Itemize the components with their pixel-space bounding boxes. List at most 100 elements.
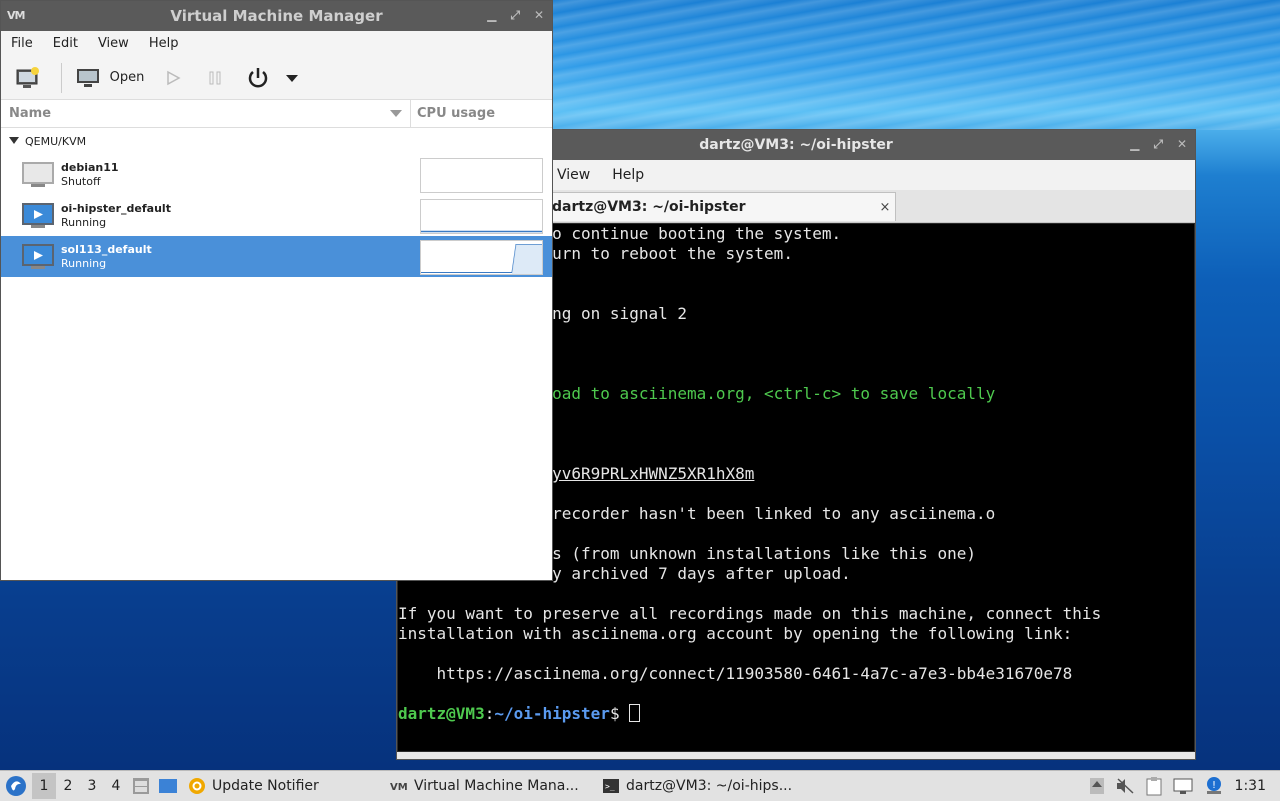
- shutdown-dropdown[interactable]: [280, 61, 304, 95]
- menu-file[interactable]: File: [11, 36, 33, 51]
- prompt-dollar: $: [609, 704, 630, 723]
- menu-view[interactable]: View: [98, 36, 129, 51]
- file-cabinet-icon: [133, 778, 149, 794]
- cpu-graph-line: [421, 159, 542, 192]
- expander-down-icon[interactable]: [9, 137, 19, 145]
- tab-close-icon[interactable]: ×: [875, 200, 895, 215]
- lxqt-menu-icon: [6, 776, 26, 796]
- terminal-cursor: [629, 704, 641, 722]
- clock[interactable]: 1:31: [1235, 778, 1266, 794]
- system-tray: ! 1:31: [1089, 771, 1280, 801]
- vmm-title: Virtual Machine Manager: [170, 7, 383, 25]
- cpu-column-header[interactable]: CPU usage: [411, 106, 495, 121]
- svg-text:>_: >_: [605, 782, 615, 791]
- update-notifier-icon: [188, 777, 206, 795]
- vm-row[interactable]: oi-hipster_default Running: [1, 195, 552, 236]
- vm-name: oi-hipster_default: [61, 201, 171, 215]
- cpu-usage-graph: [420, 240, 543, 275]
- play-icon: [167, 70, 181, 85]
- virt-manager-icon: VM: [7, 9, 25, 22]
- name-column-header[interactable]: Name: [1, 100, 411, 127]
- terminal-prompt-line: dartz@VM3:~/oi-hipster$: [398, 704, 1194, 724]
- vmm-titlebar[interactable]: VM Virtual Machine Manager ▁ ⤢ ✕: [1, 1, 552, 31]
- taskbar-task[interactable]: Update Notifier: [182, 772, 384, 800]
- maximize-icon[interactable]: ⤢: [1153, 137, 1163, 152]
- file-manager-launcher[interactable]: [128, 777, 154, 795]
- vm-name: sol113_default: [61, 242, 152, 256]
- cpu-usage-graph: [420, 199, 543, 234]
- network-icon[interactable]: [1173, 777, 1193, 795]
- taskbar-task[interactable]: VM Virtual Machine Mana...: [384, 772, 596, 800]
- prompt-path: ~/oi-hipster: [494, 704, 610, 723]
- taskbar: 1234 Update Notifier VM Virtual Machine Ma…: [0, 770, 1280, 801]
- maximize-icon[interactable]: ⤢: [510, 8, 520, 23]
- vm-monitor-icon: [21, 202, 55, 230]
- vm-list: debian11 Shutoff oi-hipster_default Running…: [1, 154, 552, 277]
- task-list: Update Notifier VM Virtual Machine Mana...…: [182, 772, 808, 800]
- cpu-graph-line: [421, 244, 542, 274]
- virt-manager-window[interactable]: VM Virtual Machine Manager ▁ ⤢ ✕ File Ed…: [0, 0, 553, 581]
- workspace-2[interactable]: 2: [56, 778, 80, 794]
- vm-list-header: Name CPU usage: [1, 100, 552, 128]
- menu-edit[interactable]: Edit: [53, 36, 78, 51]
- menu-view[interactable]: View: [557, 167, 590, 183]
- vmm-toolbar: Open: [1, 56, 552, 100]
- close-icon[interactable]: ✕: [534, 8, 544, 23]
- virt-manager-icon: VM: [390, 779, 408, 793]
- terminal-tab[interactable]: dartz@VM3: ~/oi-hipster ×: [551, 192, 896, 221]
- vm-monitor-icon: [21, 161, 55, 189]
- shutdown-button[interactable]: [236, 61, 280, 95]
- prompt-user: dartz@VM3: [398, 704, 485, 723]
- terminal-icon: >_: [602, 778, 620, 794]
- new-vm-button[interactable]: [1, 61, 55, 95]
- minimize-icon[interactable]: ▁: [487, 8, 496, 23]
- terminal-line: If you want to preserve all recordings m…: [398, 604, 1102, 623]
- toolbar-separator: [61, 62, 62, 93]
- pause-icon: [209, 71, 221, 84]
- open-button[interactable]: Open: [68, 61, 152, 95]
- connection-label: QEMU/KVM: [25, 134, 87, 148]
- pause-button[interactable]: [194, 61, 236, 95]
- workspace-3[interactable]: 3: [80, 778, 104, 794]
- volume-muted-icon[interactable]: [1115, 777, 1135, 795]
- name-column-label: Name: [9, 106, 52, 121]
- run-button[interactable]: [152, 61, 194, 95]
- workspace-1[interactable]: 1: [32, 773, 56, 799]
- task-label: Virtual Machine Mana...: [414, 778, 579, 794]
- minimize-icon[interactable]: ▁: [1130, 137, 1139, 152]
- new-vm-icon: [16, 66, 39, 88]
- workspace-switcher: 1234: [32, 773, 128, 799]
- taskbar-task[interactable]: >_ dartz@VM3: ~/oi-hips...: [596, 772, 808, 800]
- menu-help[interactable]: Help: [612, 167, 644, 183]
- show-desktop-button[interactable]: [154, 777, 182, 795]
- vmm-menubar: File Edit View Help: [1, 31, 552, 56]
- close-icon[interactable]: ✕: [1177, 137, 1187, 152]
- workspace-4[interactable]: 4: [104, 778, 128, 794]
- vm-status: Running: [61, 215, 107, 229]
- menu-help[interactable]: Help: [149, 36, 179, 51]
- terminal-line: installation with asciinema.org account …: [398, 624, 1073, 643]
- vm-name: debian11: [61, 160, 119, 174]
- terminal-line: https://asciinema.org/connect/11903580-6…: [398, 664, 1073, 683]
- vm-row[interactable]: debian11 Shutoff: [1, 154, 552, 195]
- svg-text:VM: VM: [390, 782, 408, 793]
- task-label: Update Notifier: [212, 778, 319, 794]
- desktop-wallpaper: [550, 0, 1280, 130]
- cpu-graph-line: [421, 230, 542, 233]
- terminal-title: dartz@VM3: ~/oi-hipster: [699, 137, 893, 153]
- sort-down-icon: [390, 109, 402, 117]
- app-menu-button[interactable]: [0, 775, 32, 797]
- notification-icon[interactable]: !: [1203, 776, 1225, 796]
- chevron-down-icon: [286, 74, 298, 82]
- vm-status: Shutoff: [61, 174, 101, 188]
- open-label: Open: [109, 70, 145, 85]
- prompt-separator: :: [484, 704, 495, 723]
- power-icon: [248, 67, 268, 87]
- upload-icon[interactable]: [1089, 777, 1105, 795]
- vm-row[interactable]: sol113_default Running: [1, 236, 552, 277]
- svg-text:!: !: [1212, 780, 1216, 791]
- clipboard-icon[interactable]: [1145, 776, 1163, 796]
- vm-monitor-icon: [21, 243, 55, 271]
- connection-group[interactable]: QEMU/KVM: [1, 128, 552, 154]
